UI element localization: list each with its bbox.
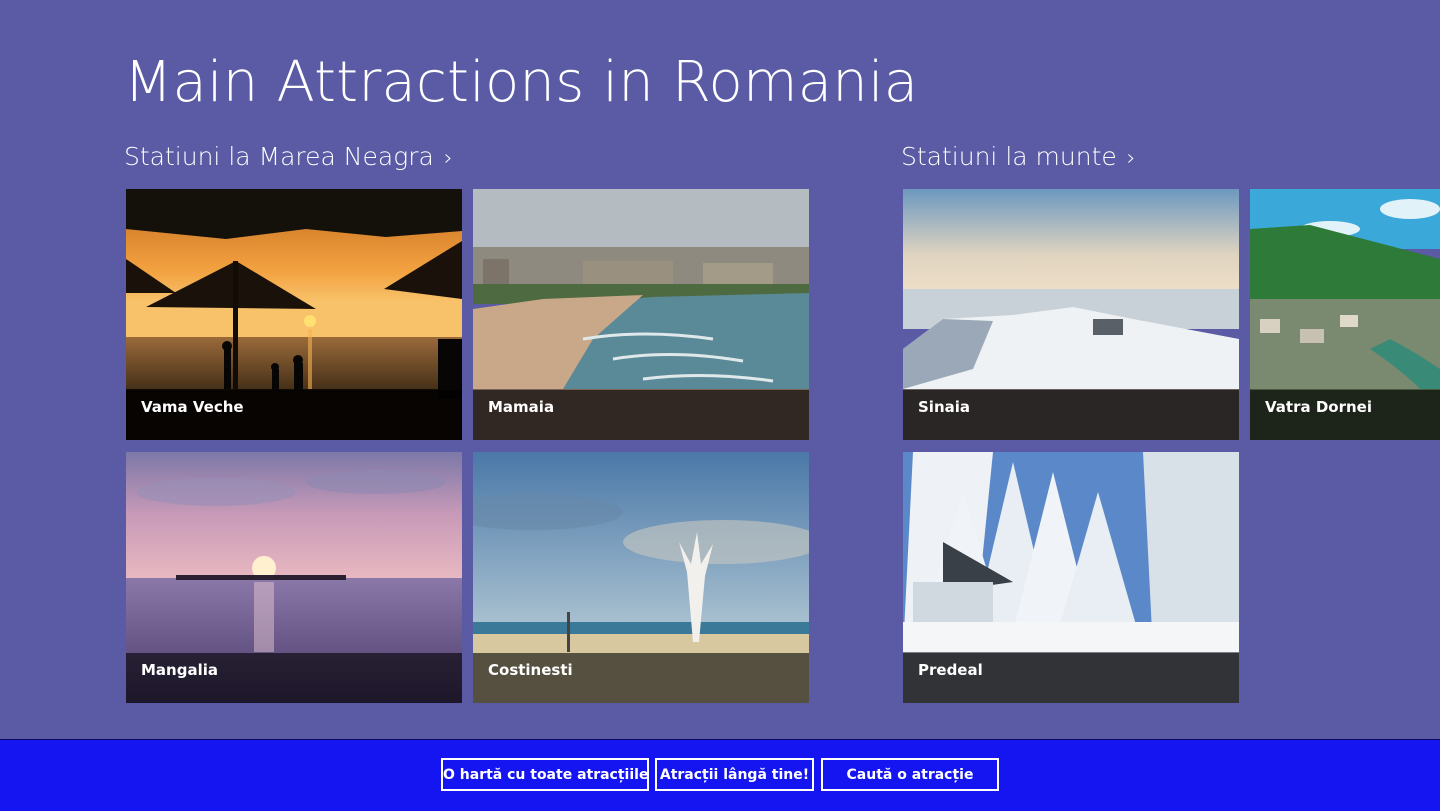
bottom-app-bar: O hartă cu toate atracțiile Atracții lân… bbox=[0, 739, 1440, 811]
tile-caption: Mangalia bbox=[126, 653, 462, 703]
tile-predeal[interactable]: Predeal bbox=[903, 452, 1239, 703]
nearby-attractions-button[interactable]: Atracții lângă tine! bbox=[655, 758, 814, 791]
tile-caption: Mamaia bbox=[473, 390, 809, 440]
map-all-attractions-button[interactable]: O hartă cu toate atracțiile bbox=[441, 758, 649, 791]
tile-costinesti[interactable]: Costinesti bbox=[473, 452, 809, 703]
group-header-label: Statiuni la Marea Neagra bbox=[124, 142, 434, 171]
tile-caption: Vatra Dornei bbox=[1250, 390, 1440, 440]
tile-mamaia[interactable]: Mamaia bbox=[473, 189, 809, 440]
tile-sinaia[interactable]: Sinaia bbox=[903, 189, 1239, 440]
tile-caption: Costinesti bbox=[473, 653, 809, 703]
tile-vatra-dornei[interactable]: Vatra Dornei bbox=[1250, 189, 1440, 440]
page-title: Main Attractions in Romania bbox=[124, 50, 919, 115]
tile-caption: Vama Veche bbox=[126, 390, 462, 440]
tile-caption: Predeal bbox=[903, 653, 1239, 703]
tile-label: Costinesti bbox=[488, 661, 573, 679]
tile-label: Vama Veche bbox=[141, 398, 244, 416]
tile-label: Mangalia bbox=[141, 661, 218, 679]
group-header-marea-neagra[interactable]: Statiuni la Marea Neagra › bbox=[124, 142, 453, 171]
tile-vama-veche[interactable]: Vama Veche bbox=[126, 189, 462, 440]
chevron-right-icon: › bbox=[443, 146, 453, 171]
chevron-right-icon: › bbox=[1126, 146, 1136, 171]
group-header-label: Statiuni la munte bbox=[901, 142, 1117, 171]
tile-label: Sinaia bbox=[918, 398, 971, 416]
tile-mangalia[interactable]: Mangalia bbox=[126, 452, 462, 703]
tile-caption: Sinaia bbox=[903, 390, 1239, 440]
search-attraction-button[interactable]: Caută o atracție bbox=[821, 758, 999, 791]
tile-label: Mamaia bbox=[488, 398, 555, 416]
group-header-munte[interactable]: Statiuni la munte › bbox=[901, 142, 1136, 171]
tile-label: Predeal bbox=[918, 661, 983, 679]
tile-label: Vatra Dornei bbox=[1265, 398, 1372, 416]
